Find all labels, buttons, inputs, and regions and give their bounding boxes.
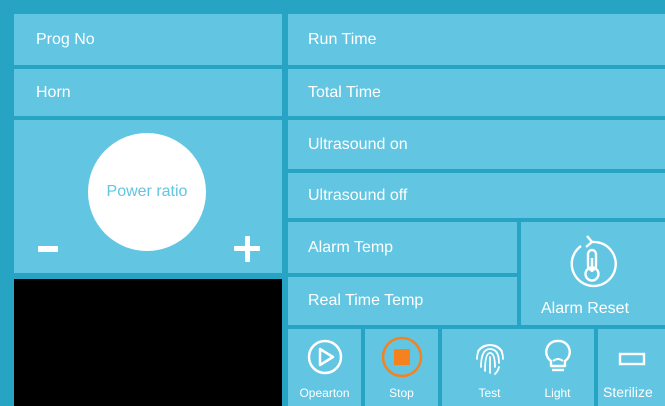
power-ratio-dial[interactable]: Power ratio	[88, 133, 206, 251]
display-screen	[14, 279, 282, 406]
operation-label: Opearton	[299, 386, 350, 400]
stop-icon	[381, 336, 422, 378]
sterilize-label: Sterilize	[603, 384, 653, 400]
sterilize-button[interactable]: Sterilize	[598, 329, 665, 406]
real-time-temp-label: Real Time Temp	[308, 292, 424, 309]
lightbulb-icon	[544, 339, 571, 372]
total-time-field[interactable]: Total Time	[288, 69, 665, 116]
play-circle-icon	[307, 339, 342, 375]
ultrasound-off-label: Ultrasound off	[308, 186, 408, 204]
stop-label: Stop	[389, 386, 414, 400]
ultrasound-on-label: Ultrasound on	[308, 135, 408, 153]
alarm-temp-field[interactable]: Alarm Temp	[288, 222, 517, 273]
fingerprint-icon	[475, 344, 504, 375]
ultrasound-on-field[interactable]: Ultrasound on	[288, 120, 665, 169]
prog-no-label: Prog No	[36, 30, 95, 48]
ultrasound-off-field[interactable]: Ultrasound off	[288, 173, 665, 218]
rectangle-icon	[618, 352, 645, 366]
horn-label: Horn	[36, 83, 71, 101]
real-time-temp-field[interactable]: Real Time Temp	[288, 277, 517, 325]
operation-button[interactable]: Opearton	[288, 329, 361, 406]
alarm-reset-button[interactable]: Alarm Reset	[521, 222, 665, 325]
stop-button[interactable]: Stop	[365, 329, 438, 406]
light-button[interactable]: Light	[521, 329, 594, 406]
light-label: Light	[544, 386, 571, 400]
power-ratio-label: Power ratio	[106, 183, 188, 200]
power-ratio-panel: Power ratio	[14, 120, 282, 273]
prog-no-field[interactable]: Prog No	[14, 14, 282, 65]
run-time-label: Run Time	[308, 30, 377, 48]
thermometer-reset-icon	[570, 235, 617, 288]
horn-field[interactable]: Horn	[14, 69, 282, 116]
alarm-temp-label: Alarm Temp	[308, 238, 394, 256]
alarm-reset-label: Alarm Reset	[541, 300, 630, 317]
minus-icon[interactable]	[38, 246, 58, 252]
total-time-label: Total Time	[308, 83, 381, 101]
control-panel: Prog No Horn Power ratio Run Time Total …	[0, 0, 665, 406]
run-time-field[interactable]: Run Time	[288, 14, 665, 65]
